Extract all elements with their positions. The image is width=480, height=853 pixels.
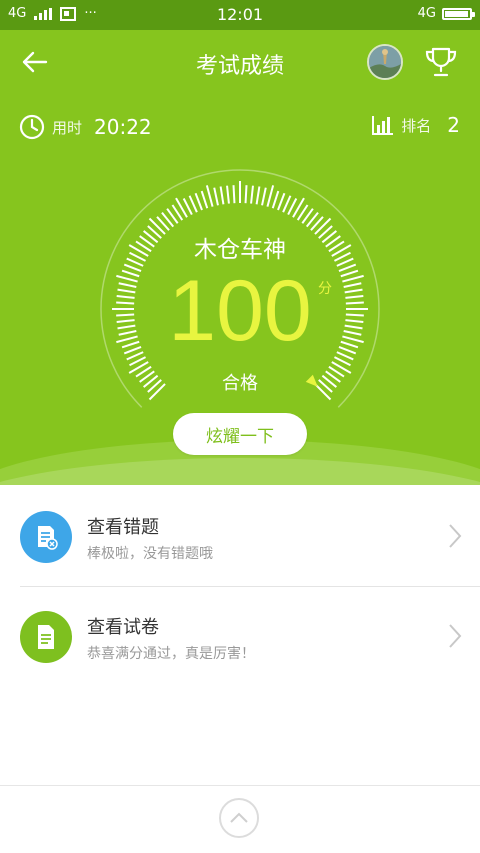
gauge-tick — [345, 319, 364, 323]
chevron-right-icon — [449, 524, 462, 548]
wrong-questions-icon — [20, 511, 72, 563]
gauge-tick — [244, 185, 248, 204]
gauge-tick — [194, 192, 203, 211]
gauge-tick — [116, 319, 135, 323]
gauge-tick — [266, 185, 275, 207]
gauge-tick — [345, 313, 364, 317]
gauge-tick — [123, 346, 142, 355]
gauge-tick — [123, 263, 142, 272]
gauge-tick — [342, 274, 364, 283]
gauge-tick — [338, 346, 357, 355]
gauge-tick — [116, 295, 135, 299]
gauge-tick — [343, 330, 362, 336]
gauge-tick — [282, 195, 292, 213]
chevron-right-icon — [449, 624, 462, 648]
user-name: 木仓车神 — [194, 237, 286, 263]
gauge-tick — [345, 301, 364, 305]
gauge-tick — [118, 282, 137, 288]
gauge-tick — [345, 295, 364, 299]
list-item-wrong-questions[interactable]: 查看错题 棒极啦，没有错题哦 — [0, 487, 480, 587]
score-value: 100 — [168, 263, 312, 359]
gauge-tick — [344, 324, 363, 330]
gauge-tick — [343, 282, 362, 288]
gauge-tick — [342, 335, 364, 344]
gauge-tick — [250, 185, 254, 204]
gauge-tick — [121, 340, 140, 349]
list-item-subtitle: 恭喜满分通过，真是厉害！ — [87, 646, 255, 662]
gauge-tick — [261, 187, 267, 206]
gauge-tick — [219, 186, 225, 205]
list-item-title: 查看错题 — [87, 517, 159, 538]
gauge-tick — [116, 301, 135, 305]
list-item-subtitle: 棒极啦，没有错题哦 — [87, 546, 213, 562]
gauge-tick — [271, 190, 280, 209]
gauge-tick — [205, 185, 214, 207]
score-unit: 分 — [318, 281, 332, 297]
gauge-tick — [200, 190, 209, 209]
exam-paper-icon — [20, 611, 72, 663]
gauge-tick — [188, 195, 198, 213]
gauge-tick — [277, 192, 286, 211]
gauge-tick — [117, 288, 136, 294]
gauge-tick — [117, 324, 136, 330]
gauge-tick — [226, 185, 230, 204]
gauge-tick — [344, 288, 363, 294]
gauge-tick — [340, 269, 359, 278]
gauge-tick — [116, 313, 135, 317]
scroll-up-button[interactable] — [219, 798, 259, 838]
gauge-tick — [340, 340, 359, 349]
grade-label: 合格 — [222, 373, 258, 394]
gauge-tick — [338, 263, 357, 272]
gauge-tick — [118, 330, 137, 336]
list-item-exam-paper[interactable]: 查看试卷 恭喜满分通过，真是厉害！ — [0, 587, 480, 687]
gauge-tick — [232, 185, 236, 204]
gauge-tick — [213, 187, 219, 206]
show-off-button[interactable]: 炫耀一下 — [173, 413, 307, 455]
gauge-tick — [116, 274, 138, 283]
gauge-tick — [255, 186, 261, 205]
list-item-title: 查看试卷 — [87, 617, 159, 638]
bottom-divider — [0, 785, 480, 786]
gauge-tick — [121, 269, 140, 278]
chevron-up-icon — [230, 812, 248, 823]
gauge-tick — [116, 335, 138, 344]
